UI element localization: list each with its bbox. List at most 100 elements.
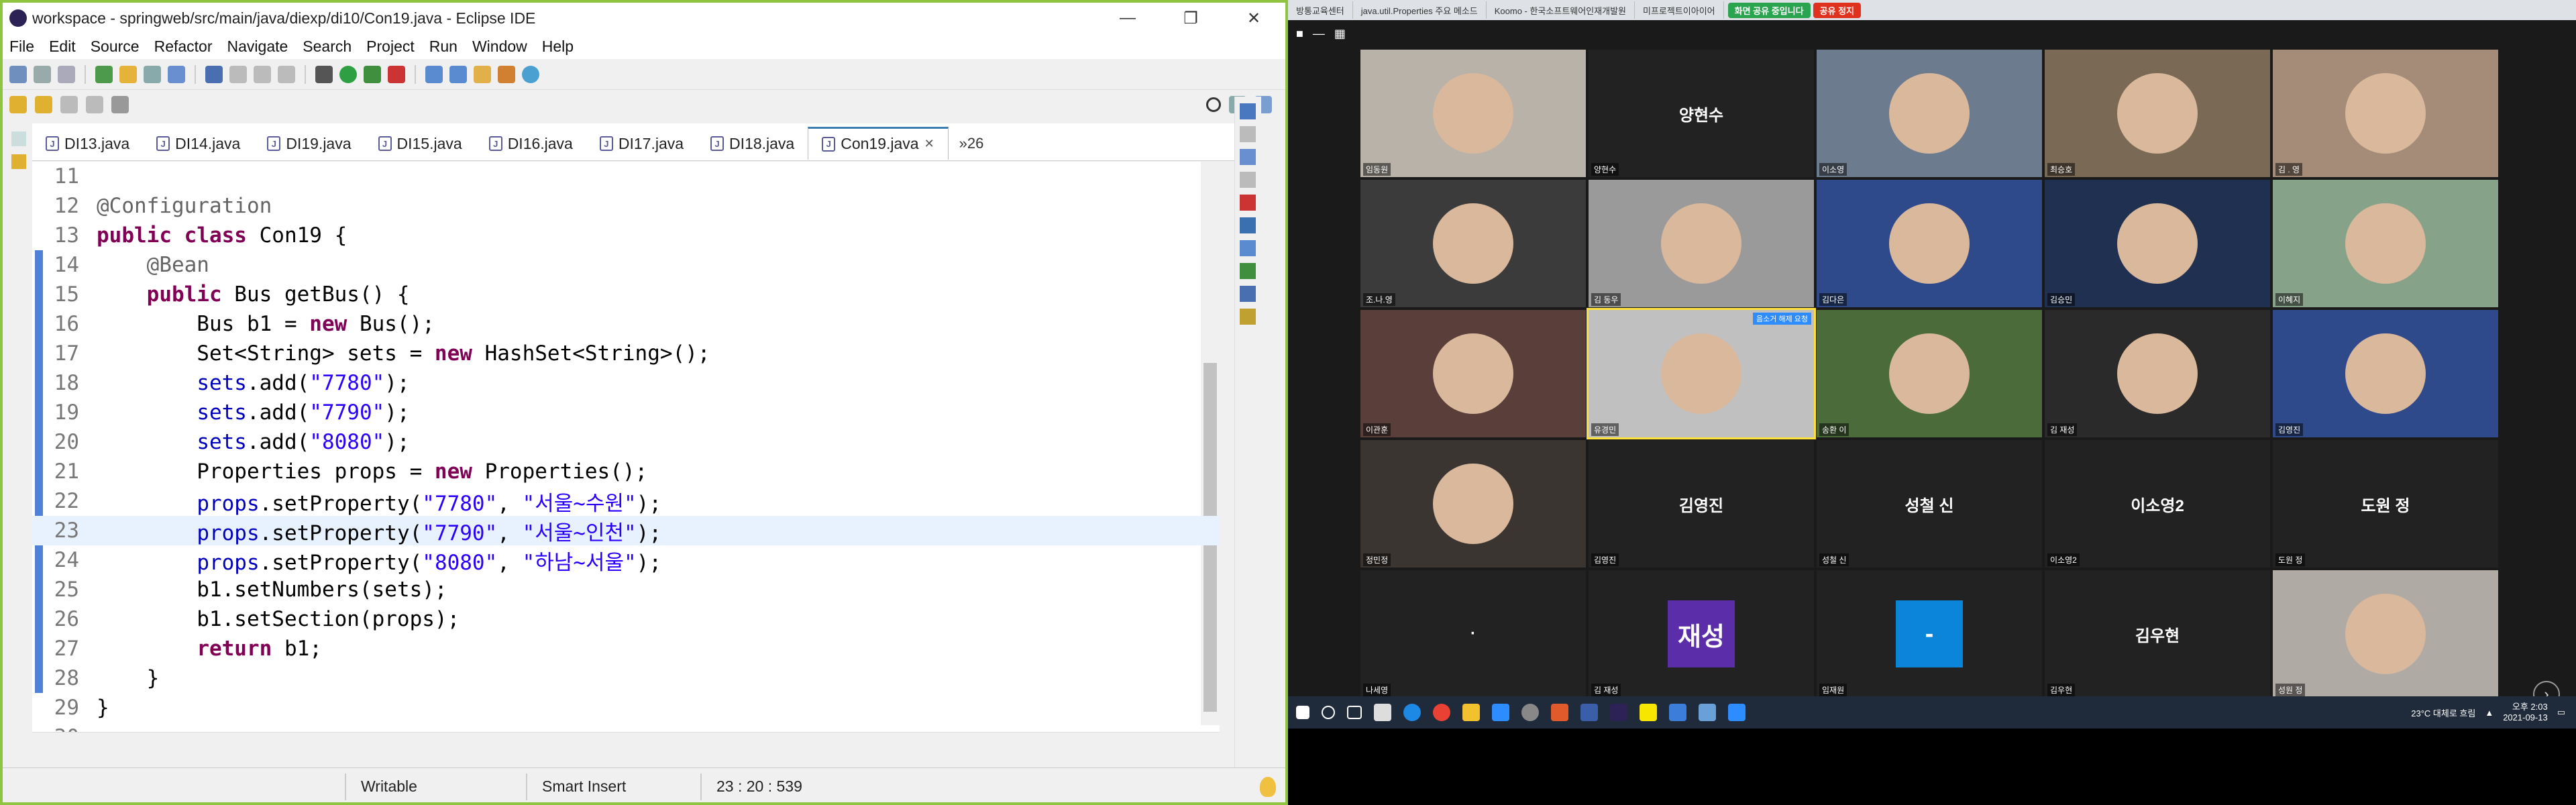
tip-bulb-icon[interactable]	[1260, 776, 1276, 797]
restore-view-icon[interactable]	[1240, 126, 1256, 142]
code-line[interactable]: 12 @Configuration	[32, 191, 1220, 221]
resume-icon[interactable]	[229, 65, 247, 83]
browser-tab[interactable]: 미프로젝트이아이어	[1635, 1, 1724, 19]
open-type-icon[interactable]	[95, 65, 113, 83]
file-explorer-icon[interactable]	[1462, 704, 1480, 721]
menu-item-refactor[interactable]: Refactor	[154, 38, 213, 56]
participant-tile[interactable]: 이소영2 이소영2	[2045, 440, 2270, 568]
code-line[interactable]: 28 }	[32, 663, 1220, 693]
minimize-button[interactable]: —	[1096, 3, 1159, 34]
participant-tile[interactable]: 음소거 해제 요청 유경민	[1587, 308, 1816, 439]
code-line[interactable]: 27 return b1;	[32, 634, 1220, 663]
participant-tile[interactable]: · 나세영	[1360, 570, 1586, 698]
search-tools-icon[interactable]	[498, 65, 515, 83]
menu-item-edit[interactable]: Edit	[49, 38, 76, 56]
code-line[interactable]: 14 @Bean	[32, 250, 1220, 280]
participant-tile[interactable]: 이관훈	[1360, 310, 1586, 437]
participant-tile[interactable]: 성원 정	[2273, 570, 2498, 698]
eclipse-taskbar-icon[interactable]	[1610, 704, 1627, 721]
new-package-icon[interactable]	[425, 65, 443, 83]
windows-start-icon[interactable]	[1296, 706, 1309, 719]
participant-tile[interactable]: 도원 정 도원 정	[2273, 440, 2498, 568]
participant-tile[interactable]: 김우현 김우현	[2045, 570, 2270, 698]
participant-tile[interactable]: 김다은	[1817, 180, 2042, 307]
search-icon[interactable]	[1322, 706, 1335, 719]
folder-icon[interactable]	[1699, 704, 1716, 721]
new-icon[interactable]	[9, 65, 27, 83]
participant-tile[interactable]: 송환 이	[1817, 310, 2042, 437]
previous-annotation-icon[interactable]	[35, 96, 52, 113]
participant-tile[interactable]: 정민정	[1360, 440, 1586, 568]
menu-item-help[interactable]: Help	[542, 38, 574, 56]
editor-tab[interactable]: J Con19.java ✕	[808, 127, 949, 160]
console-icon[interactable]	[1240, 217, 1256, 233]
suspend-icon[interactable]	[254, 65, 271, 83]
weather-text[interactable]: 23°C 대체로 흐림	[2411, 706, 2475, 719]
code-line[interactable]: 15 public Bus getBus() {	[32, 280, 1220, 309]
progress-icon[interactable]	[1240, 309, 1256, 325]
maximize-button[interactable]: ❐	[1159, 3, 1222, 34]
code-line[interactable]: 26 b1.setSection(props);	[32, 604, 1220, 634]
unmute-request-badge[interactable]: 음소거 해제 요청	[1753, 313, 1811, 325]
forward-icon[interactable]	[86, 96, 103, 113]
participant-tile[interactable]: 김 동우	[1589, 180, 1814, 307]
participant-tile[interactable]: 김영진	[2273, 310, 2498, 437]
web-browser-icon[interactable]	[522, 65, 539, 83]
network-icon[interactable]: ▲	[2485, 708, 2493, 718]
code-line[interactable]: 24 props.setProperty("8080", "하남~서울");	[32, 545, 1220, 575]
editor-tab[interactable]: J DI15.java	[365, 127, 476, 160]
task-list-icon[interactable]	[1240, 172, 1256, 188]
menu-item-file[interactable]: File	[9, 38, 34, 56]
participant-tile[interactable]: 김승민	[2045, 180, 2270, 307]
java-icon[interactable]	[1240, 103, 1256, 119]
new-class-icon[interactable]	[449, 65, 467, 83]
block-select-icon[interactable]	[144, 65, 161, 83]
participant-tile[interactable]: - 임재원	[1817, 570, 2042, 698]
kakaotalk-icon[interactable]	[1640, 704, 1657, 721]
participant-tile[interactable]: 양현수 양현수	[1589, 50, 1814, 177]
stop-share-button[interactable]: 공유 정지	[1813, 2, 1861, 18]
menu-item-navigate[interactable]: Navigate	[227, 38, 288, 56]
participant-tile[interactable]: 조.나.영	[1360, 180, 1586, 307]
package-explorer-icon[interactable]	[11, 154, 26, 169]
gallery-view-icon[interactable]: ▦	[1334, 27, 1346, 41]
editor-tab[interactable]: J DI13.java	[32, 127, 143, 160]
screen-share-indicator[interactable]: 화면 공유 중입니다	[1727, 2, 1811, 18]
chrome-icon[interactable]	[1433, 704, 1450, 721]
participant-tile[interactable]: 김 재성	[2045, 310, 2270, 437]
browser-tab[interactable]: Koomo - 한국소프트웨어인재개발원	[1487, 1, 1635, 19]
toggle-mark-icon[interactable]	[119, 65, 137, 83]
zoom-icon[interactable]	[1492, 704, 1509, 721]
editor-tab[interactable]: J DI16.java	[476, 127, 586, 160]
clock[interactable]: 오후 2:03 2021-09-13	[2503, 702, 2548, 723]
close-button[interactable]: ✕	[1222, 3, 1285, 34]
participant-tile[interactable]: 김영진 김영진	[1589, 440, 1814, 568]
menu-item-source[interactable]: Source	[91, 38, 140, 56]
code-line[interactable]: 17 Set<String> sets = new HashSet<String…	[32, 339, 1220, 368]
code-line[interactable]: 25 b1.setNumbers(sets);	[32, 575, 1220, 604]
code-line[interactable]: 29}	[32, 693, 1220, 722]
code-line[interactable]: 16 Bus b1 = new Bus();	[32, 309, 1220, 339]
browser-tab[interactable]: java.util.Properties 주요 메소드	[1353, 1, 1487, 19]
show-whitespace-icon[interactable]	[168, 65, 185, 83]
save-icon[interactable]	[34, 65, 51, 83]
servers-icon[interactable]	[1240, 240, 1256, 256]
next-annotation-icon[interactable]	[9, 96, 27, 113]
minimize-icon[interactable]: —	[1313, 27, 1325, 41]
code-line[interactable]: 20 sets.add("8080");	[32, 427, 1220, 457]
outline-icon[interactable]	[1240, 149, 1256, 165]
edge-icon[interactable]	[1403, 704, 1421, 721]
participant-tile[interactable]: 재성 김 재성	[1589, 570, 1814, 698]
editor-tab[interactable]: J DI17.java	[586, 127, 697, 160]
run-icon[interactable]	[339, 65, 357, 83]
menu-item-project[interactable]: Project	[366, 38, 415, 56]
code-line[interactable]: 18 sets.add("7780");	[32, 368, 1220, 398]
restore-icon[interactable]	[11, 131, 26, 146]
widget-icon[interactable]	[1374, 704, 1391, 721]
coverage-icon[interactable]	[364, 65, 381, 83]
terminal-icon[interactable]	[205, 65, 223, 83]
pin-editor-icon[interactable]	[111, 96, 129, 113]
editor-tab[interactable]: J DI18.java	[697, 127, 808, 160]
code-line[interactable]: 22 props.setProperty("7780", "서울~수원");	[32, 486, 1220, 516]
participant-tile[interactable]: 임동원	[1360, 50, 1586, 177]
